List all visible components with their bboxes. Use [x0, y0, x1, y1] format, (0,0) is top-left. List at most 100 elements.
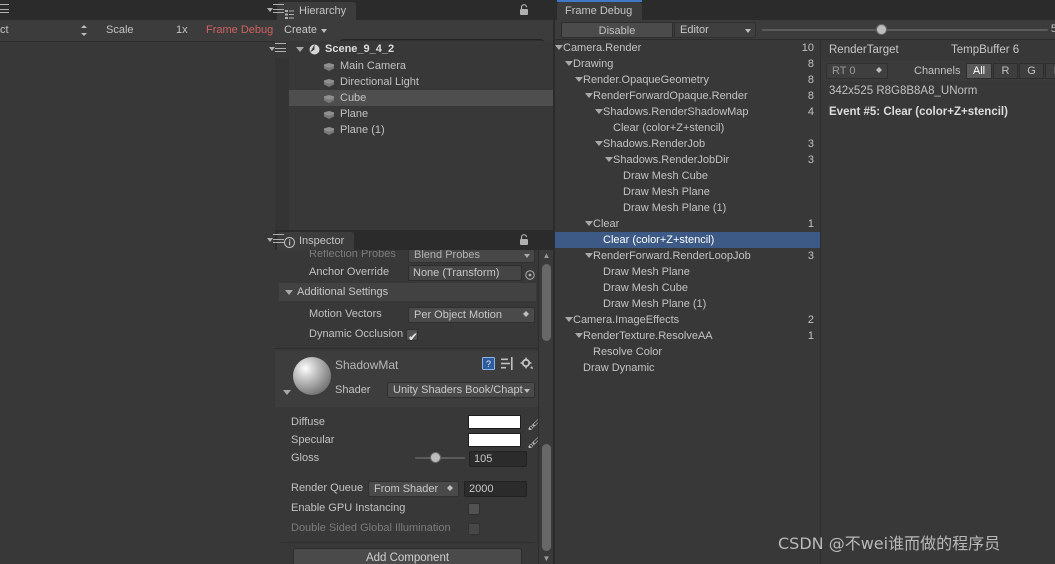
hierarchy-scene-row[interactable]: Scene_9_4_2 — [269, 41, 555, 57]
frame-debug-row-label: Shadows.RenderJob — [603, 138, 706, 150]
frame-debug-row[interactable]: Shadows.RenderJob 3 — [555, 136, 820, 152]
hierarchy-item[interactable]: Plane (1) — [275, 122, 555, 138]
hierarchy-item[interactable]: Cube — [275, 90, 555, 106]
double-sided-gi-checkbox — [468, 523, 480, 535]
tab-frame-debug[interactable]: Frame Debug — [557, 0, 643, 20]
inspector-row-diffuse[interactable]: Diffuse 🖌 — [275, 412, 540, 432]
inspector-row-motion-vectors[interactable]: Motion Vectors Per Object Motion — [275, 304, 540, 324]
frame-debug-row[interactable]: Render.OpaqueGeometry 8 — [555, 72, 820, 88]
add-component-button[interactable]: Add Component — [293, 548, 522, 564]
frame-debug-row[interactable]: Draw Mesh Plane — [555, 184, 820, 200]
rt-selector[interactable]: RT 0 — [826, 63, 888, 79]
inspector-lock-icon[interactable] — [519, 234, 529, 246]
frame-debug-indicator[interactable]: Frame Debug — [206, 24, 273, 36]
frame-debug-row[interactable]: Draw Mesh Cube — [555, 168, 820, 184]
left-panel-menu-icon[interactable] — [0, 4, 10, 16]
foldout-arrow-icon[interactable] — [595, 141, 603, 146]
frame-debug-row[interactable]: Draw Mesh Plane — [555, 264, 820, 280]
hierarchy-lock-icon[interactable] — [519, 4, 529, 16]
foldout-arrow-icon[interactable] — [575, 333, 583, 338]
frame-debug-row[interactable]: Draw Mesh Cube — [555, 280, 820, 296]
foldout-arrow-icon[interactable] — [575, 77, 583, 82]
foldout-arrow-icon[interactable] — [565, 317, 573, 322]
channel-g-button[interactable]: G — [1019, 63, 1044, 79]
inspector-row-anchor-override[interactable]: Anchor Override None (Transform) — [275, 262, 540, 282]
inspector-scroll-thumb-top[interactable] — [542, 264, 551, 341]
diffuse-color-field[interactable] — [468, 415, 521, 429]
foldout-arrow-icon[interactable] — [605, 157, 613, 162]
frame-debug-row[interactable]: Shadows.RenderShadowMap 4 — [555, 104, 820, 120]
frame-debug-target-dropdown[interactable]: Editor — [674, 22, 756, 38]
left-truncated-popup[interactable]: ct — [0, 22, 92, 39]
anchor-override-picker-icon[interactable] — [525, 267, 535, 280]
frame-debug-row[interactable]: Draw Mesh Plane (1) — [555, 200, 820, 216]
gloss-slider-knob[interactable] — [430, 452, 441, 463]
frame-debug-row[interactable]: Clear (color+Z+stencil) — [555, 120, 820, 136]
inspector-menu-icon[interactable] — [267, 234, 285, 246]
help-book-icon[interactable]: ? — [482, 357, 495, 370]
preset-icon[interactable] — [501, 357, 514, 370]
frame-debug-row-count: 4 — [807, 106, 814, 118]
channel-all-button[interactable]: All — [966, 63, 992, 79]
foldout-arrow-icon[interactable] — [555, 45, 563, 50]
inspector-scroll-thumb[interactable] — [542, 444, 551, 551]
material-foldout-arrow[interactable] — [283, 390, 291, 395]
foldout-arrow-icon[interactable] — [565, 61, 573, 66]
gloss-value-field[interactable]: 105 — [469, 451, 527, 467]
inspector-scroll-down-arrow[interactable]: ▼ — [539, 554, 554, 563]
gpu-instancing-label: Enable GPU Instancing — [291, 502, 406, 514]
additional-settings-arrow[interactable] — [285, 290, 293, 295]
frame-debug-row[interactable]: Draw Dynamic — [555, 360, 820, 376]
foldout-arrow-icon[interactable] — [585, 253, 593, 258]
specular-color-field[interactable] — [468, 433, 521, 447]
additional-settings-foldout[interactable]: Additional Settings — [279, 283, 536, 301]
frame-debug-row[interactable]: Camera.ImageEffects 2 — [555, 312, 820, 328]
frame-debug-row[interactable]: Draw Mesh Plane (1) — [555, 296, 820, 312]
dynamic-occlusion-checkbox[interactable] — [406, 327, 418, 347]
frame-debug-row[interactable]: Clear 1 — [555, 216, 820, 232]
channel-b-button[interactable]: B — [1045, 63, 1055, 79]
foldout-arrow-icon[interactable] — [595, 109, 603, 114]
inspector-row-dynamic-occlusion[interactable]: Dynamic Occlusion — [275, 324, 540, 347]
anchor-override-objectfield[interactable]: None (Transform) — [408, 265, 522, 281]
hierarchy-item[interactable]: Directional Light — [275, 74, 555, 90]
unity-scene-icon — [309, 44, 320, 55]
inspector-row-gloss[interactable]: Gloss 105 — [275, 448, 540, 468]
render-queue-mode-popup[interactable]: From Shader — [368, 481, 459, 497]
frame-debug-row[interactable]: RenderTexture.ResolveAA 1 — [555, 328, 820, 344]
tab-inspector[interactable]: Inspector — [277, 232, 355, 250]
frame-debug-row[interactable]: Camera.Render 10 — [555, 40, 820, 56]
frame-debug-row-label: Draw Mesh Plane — [603, 266, 690, 278]
tab-hierarchy[interactable]: Hierarchy — [277, 2, 357, 20]
gpu-instancing-checkbox[interactable] — [468, 503, 480, 515]
inspector-row-specular[interactable]: Specular 🖌 — [275, 430, 540, 450]
shader-popup[interactable]: Unity Shaders Book/Chapt — [387, 382, 535, 398]
scene-foldout-arrow[interactable] — [296, 47, 304, 52]
event-slider-knob[interactable] — [876, 24, 887, 35]
hierarchy-item[interactable]: Main Camera — [275, 58, 555, 74]
foldout-arrow-icon[interactable] — [585, 93, 593, 98]
inspector-scroll-up-arrow[interactable]: ▲ — [539, 251, 554, 260]
frame-debug-row-count: 3 — [807, 138, 814, 150]
gear-icon[interactable] — [520, 357, 533, 370]
inspector-row-gpu-instancing[interactable]: Enable GPU Instancing — [275, 498, 540, 518]
event-slider-track[interactable] — [762, 29, 1048, 31]
motion-vectors-popup[interactable]: Per Object Motion — [408, 307, 535, 323]
inspector-scrollbar[interactable]: ▲ ▼ — [538, 250, 553, 564]
inspector-row-double-sided-gi[interactable]: Double Sided Global Illumination — [275, 518, 540, 538]
frame-debug-row[interactable]: Resolve Color — [555, 344, 820, 360]
hierarchy-menu-icon[interactable] — [267, 4, 285, 16]
frame-debug-row-selected[interactable]: Clear (color+Z+stencil) — [555, 232, 820, 248]
foldout-arrow-icon[interactable] — [585, 221, 593, 226]
create-button[interactable]: Create — [278, 22, 332, 38]
render-queue-value-field[interactable]: 2000 — [464, 481, 527, 497]
disable-button[interactable]: Disable — [561, 22, 673, 38]
channel-r-button[interactable]: R — [993, 63, 1018, 79]
frame-debug-row[interactable]: RenderForwardOpaque.Render 8 — [555, 88, 820, 104]
frame-debug-row[interactable]: Shadows.RenderJobDir 3 — [555, 152, 820, 168]
gloss-value: 105 — [474, 453, 493, 465]
inspector-row-render-queue[interactable]: Render Queue From Shader 2000 — [275, 478, 540, 498]
frame-debug-row[interactable]: RenderForward.RenderLoopJob 3 — [555, 248, 820, 264]
hierarchy-item[interactable]: Plane — [275, 106, 555, 122]
frame-debug-row[interactable]: Drawing 8 — [555, 56, 820, 72]
